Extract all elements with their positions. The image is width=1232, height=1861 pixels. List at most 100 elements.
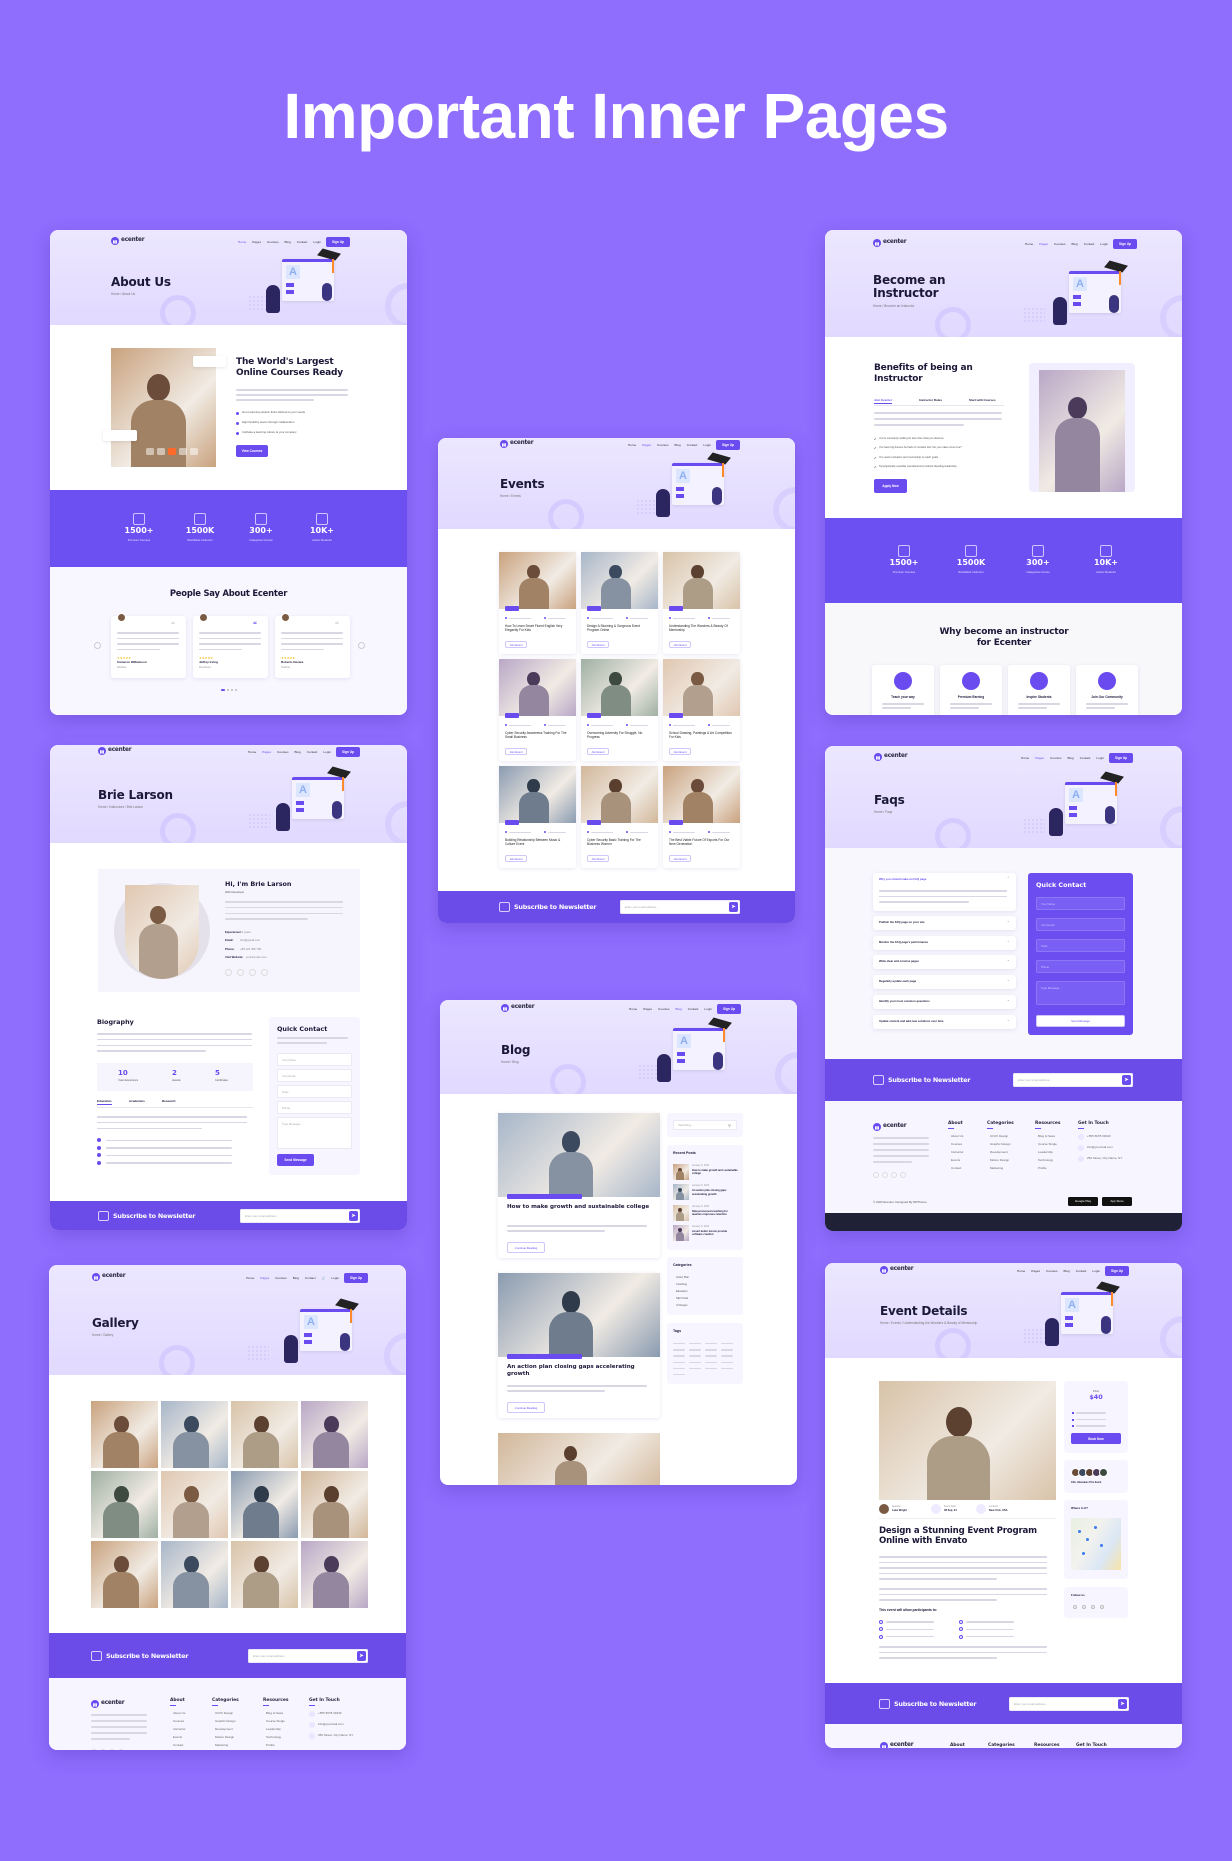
gallery-image[interactable]	[301, 1401, 368, 1468]
newsletter-email-input[interactable]: Enter your email address...	[1009, 1696, 1129, 1711]
footer-link[interactable]: Profile	[266, 1743, 275, 1748]
twitter-icon[interactable]	[100, 1749, 106, 1750]
category-link[interactable]: Action Plan	[676, 1276, 689, 1279]
footer-link[interactable]: UI/UX Design	[990, 1134, 1008, 1139]
footer-link[interactable]: Contact	[951, 1166, 961, 1171]
continue-reading-button[interactable]: Continue Reading	[507, 1242, 545, 1253]
linkedin-icon[interactable]	[1100, 1605, 1104, 1609]
signup-button[interactable]: Sign Up	[344, 1272, 368, 1283]
nav-contact[interactable]: Contact	[1080, 756, 1091, 760]
instagram-icon[interactable]	[261, 969, 268, 976]
send-message-button[interactable]: Send Message	[1036, 1015, 1125, 1027]
contact-field[interactable]: Topic	[277, 1085, 352, 1098]
footer-link[interactable]: Leadership	[266, 1727, 281, 1732]
send-icon[interactable]: ➤	[729, 902, 738, 912]
facebook-icon[interactable]	[91, 1749, 97, 1750]
footer-link[interactable]: Events	[173, 1735, 182, 1740]
contact-field[interactable]: Phone	[277, 1101, 352, 1114]
footer-link[interactable]: 256 Street, City Name, NY	[318, 1733, 353, 1738]
brand-logo[interactable]: ▮▮ ecenter	[873, 1123, 913, 1131]
nav-courses[interactable]: Courses	[658, 1007, 670, 1011]
post-title[interactable]: An action plan closing gaps accelerating…	[507, 1364, 652, 1378]
join-event-button[interactable]: Join Event	[505, 855, 527, 862]
send-icon[interactable]: ➤	[1122, 1075, 1131, 1085]
facebook-icon[interactable]	[225, 969, 232, 976]
login-link[interactable]: Login	[1096, 756, 1104, 760]
nav-pages[interactable]: Pages	[642, 443, 651, 447]
recent-post-title[interactable]: An action plan closing gaps accelerating…	[692, 1189, 738, 1196]
footer-link[interactable]: +555 5678 33340	[1087, 1134, 1110, 1139]
signup-button[interactable]: Sign Up	[326, 236, 350, 247]
nav-home[interactable]: Home	[238, 240, 246, 244]
camera-icon[interactable]	[157, 448, 165, 455]
nav-contact[interactable]: Contact	[687, 443, 698, 447]
nav-contact[interactable]: Contact	[297, 240, 308, 244]
gallery-image[interactable]	[301, 1471, 368, 1538]
gallery-image[interactable]	[161, 1471, 228, 1538]
post-title[interactable]: How to make growth and sustainable colle…	[507, 1204, 652, 1211]
event-card[interactable]: Cyber Security Awareness Training For Th…	[499, 659, 576, 761]
join-event-button[interactable]: Join Event	[587, 641, 609, 648]
brand-logo[interactable]: ▮▮ ecenter	[92, 1273, 132, 1281]
contact-field[interactable]: Your Email	[277, 1069, 352, 1082]
footer-link[interactable]: Blog & News	[1038, 1134, 1055, 1139]
footer-link[interactable]: Marketing	[990, 1166, 1003, 1171]
video-icon[interactable]	[179, 448, 187, 455]
facebook-icon[interactable]	[1073, 1605, 1077, 1609]
footer-link[interactable]: +555 5678 33340	[318, 1711, 341, 1716]
tab-research[interactable]: Research	[162, 1099, 176, 1104]
nav-blog[interactable]: Blog	[293, 1276, 299, 1280]
nav-contact[interactable]: Contact	[1076, 1269, 1087, 1273]
login-link[interactable]: Login	[313, 240, 321, 244]
login-link[interactable]: Login	[1100, 242, 1108, 246]
instagram-icon[interactable]	[900, 1172, 906, 1178]
footer-link[interactable]: Instructor	[173, 1727, 186, 1732]
instagram-icon[interactable]	[118, 1749, 124, 1750]
book-now-button[interactable]: Book Now	[1071, 1433, 1121, 1444]
contact-field[interactable]: Type Message...	[1036, 981, 1125, 1005]
footer-link[interactable]: 256 Street, City Name, NY	[1087, 1156, 1122, 1161]
gallery-image[interactable]	[91, 1471, 158, 1538]
nav-pages[interactable]: Pages	[262, 750, 271, 754]
nav-blog[interactable]: Blog	[1068, 756, 1074, 760]
gallery-image[interactable]	[91, 1401, 158, 1468]
join-event-button[interactable]: Join Event	[505, 748, 527, 755]
nav-contact[interactable]: Contact	[1084, 242, 1095, 246]
tab-0[interactable]: Join Ecenter	[874, 398, 893, 404]
category-link[interactable]: Coaching	[676, 1283, 687, 1286]
gallery-image[interactable]	[91, 1541, 158, 1608]
linkedin-icon[interactable]	[249, 969, 256, 976]
brand-logo[interactable]: ▮▮ ecenter	[98, 747, 138, 755]
nav-courses[interactable]: Courses	[1050, 756, 1062, 760]
instagram-icon[interactable]	[1091, 1605, 1095, 1609]
footer-link[interactable]: Courses	[173, 1719, 184, 1724]
event-card[interactable]: Design A Stunning & Gorgeous Event Progr…	[581, 552, 658, 654]
apply-now-button[interactable]: Apply Now	[874, 479, 907, 493]
signup-button[interactable]: Sign Up	[717, 1003, 741, 1014]
event-card[interactable]: Overcoming Adversity For Struggle, No Pr…	[581, 659, 658, 761]
footer-link[interactable]: Marketing	[215, 1743, 228, 1748]
faq-item[interactable]: Why you should make an FAQ page ⌃	[873, 873, 1016, 911]
brand-logo[interactable]: ▮▮ ecenter	[874, 753, 914, 761]
event-card[interactable]: How To Learn Smart Fluent English Very E…	[499, 552, 576, 654]
footer-link[interactable]: Instructor	[951, 1150, 964, 1155]
footer-link[interactable]: Motion Design	[215, 1735, 234, 1740]
event-card[interactable]: The Best Viable Future Of Esports For Ou…	[663, 766, 740, 868]
contact-field[interactable]: Your Email	[1036, 918, 1125, 931]
join-event-button[interactable]: Join Event	[587, 855, 609, 862]
nav-blog[interactable]: Blog	[1064, 1269, 1070, 1273]
gallery-image[interactable]	[231, 1401, 298, 1468]
event-card[interactable]: Building Relationship Between Music & Cu…	[499, 766, 576, 868]
newsletter-email-input[interactable]: Enter your email address...	[248, 1648, 368, 1663]
mic-icon[interactable]	[146, 448, 154, 455]
nav-pages[interactable]: Pages	[1039, 242, 1048, 246]
faq-item[interactable]: Identify your most common questions ⌄	[873, 994, 1016, 1009]
slider-dot[interactable]	[231, 689, 233, 691]
login-link[interactable]: Login	[323, 750, 331, 754]
faq-item[interactable]: Regularly update each page ⌄	[873, 975, 1016, 990]
nav-pages[interactable]: Pages	[643, 1007, 652, 1011]
signup-button[interactable]: Sign Up	[336, 746, 360, 757]
nav-pages[interactable]: Pages	[1035, 756, 1044, 760]
footer-link[interactable]: About Us	[173, 1711, 185, 1716]
faq-item[interactable]: Update content and add new solutions ove…	[873, 1014, 1016, 1029]
